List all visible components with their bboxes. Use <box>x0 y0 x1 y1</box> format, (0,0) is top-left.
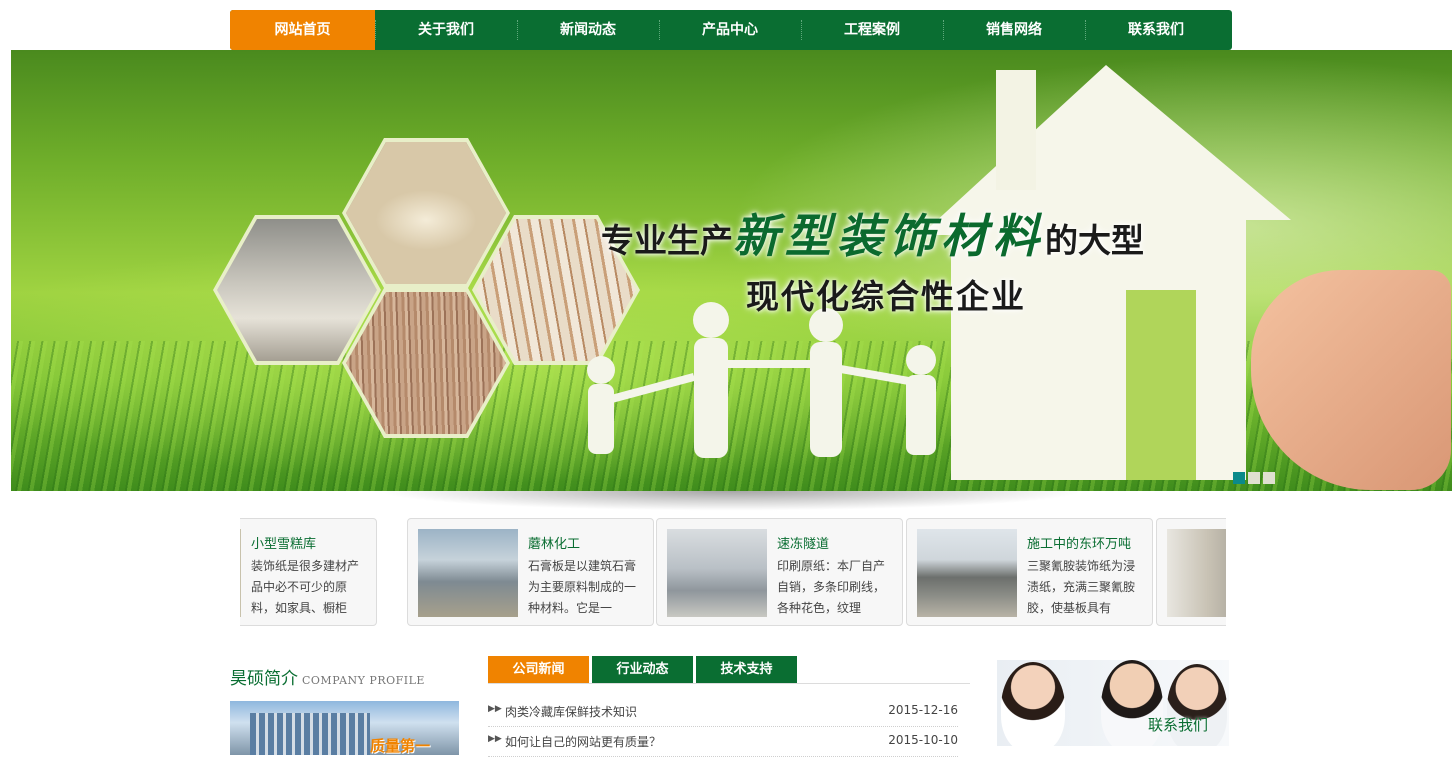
nav-item-sales[interactable]: 销售网络 <box>943 10 1085 50</box>
nav-item-cases[interactable]: 工程案例 <box>801 10 943 50</box>
slogan-suffix: 的大型 <box>1045 221 1144 260</box>
product-card[interactable]: 蘑林化工 石膏板是以建筑石膏为主要原料制成的一种材料。它是一 <box>407 518 654 626</box>
banner-slogan-line1: 专业生产新型装饰材料的大型 <box>601 200 1144 266</box>
quality-slogan: 质量第一 <box>370 737 431 755</box>
slider-dot-2[interactable] <box>1248 472 1260 484</box>
product-thumbnail <box>667 529 767 617</box>
nav-item-news[interactable]: 新闻动态 <box>517 10 659 50</box>
product-title: 蘑林化工 <box>528 537 581 552</box>
slogan-prefix: 专业生产 <box>601 221 733 260</box>
nav-item-contact[interactable]: 联系我们 <box>1085 10 1227 50</box>
tabs-divider <box>488 683 970 684</box>
about-section-title: 昊硕简介 COMPANY PROFILE <box>230 664 425 689</box>
news-title: 肉类冷藏库保鲜技术知识 <box>505 705 638 719</box>
tab-industry-news[interactable]: 行业动态 <box>592 656 693 683</box>
product-thumbnail <box>240 529 241 617</box>
company-image[interactable]: 质量第一 <box>230 701 459 755</box>
product-title: 施工中的东环万吨 <box>1027 537 1132 552</box>
product-carousel: 小型雪糕库 装饰纸是很多建材产品中必不可少的原料，如家具、橱柜 蘑林化工 石膏板… <box>240 518 1226 626</box>
contact-banner[interactable]: 联系我们 <box>997 660 1229 746</box>
nav-item-products[interactable]: 产品中心 <box>659 10 801 50</box>
product-description: 石膏板是以建筑石膏为主要原料制成的一种材料。它是一 <box>528 559 637 615</box>
product-description: 装饰纸是很多建材产品中必不可少的原料，如家具、橱柜 <box>251 559 360 615</box>
news-date: 2015-10-10 <box>888 733 958 747</box>
nav-item-home[interactable]: 网站首页 <box>230 10 375 50</box>
news-item[interactable]: ▶▶ 如何让自己的网站更有质量？ 2015-10-10 <box>488 727 958 757</box>
slider-dots <box>1233 472 1275 484</box>
product-card[interactable]: 施工中的东环万吨 三聚氰胺装饰纸为浸渍纸，充满三聚氰胺胶，使基板具有 <box>906 518 1153 626</box>
tab-tech-support[interactable]: 技术支持 <box>696 656 797 683</box>
tab-company-news[interactable]: 公司新闻 <box>488 656 589 683</box>
about-title: 昊硕简介 <box>230 669 298 689</box>
paper-family-illustration <box>587 302 936 458</box>
double-arrow-icon: ▶▶ <box>488 734 502 744</box>
news-tabs: 公司新闻 行业动态 技术支持 <box>488 656 797 683</box>
news-list: ▶▶ 肉类冷藏库保鲜技术知识 2015-12-16 ▶▶ 如何让自己的网站更有质… <box>488 697 958 757</box>
product-description: 印刷原纸：本厂自产自销，多条印刷线，各种花色，纹理 <box>777 559 886 615</box>
product-card[interactable]: 小型雪糕库 装饰纸是很多建材产品中必不可少的原料，如家具、橱柜 <box>240 518 377 626</box>
product-card[interactable]: 速冻隧道 印刷原纸：本厂自产自销，多条印刷线，各种花色，纹理 <box>656 518 903 626</box>
slogan-highlight: 新型装饰材料 <box>733 209 1045 263</box>
banner-shadow <box>230 491 1232 519</box>
product-thumbnail <box>1167 529 1226 617</box>
building-graphic <box>250 713 370 755</box>
product-card[interactable] <box>1156 518 1226 626</box>
hero-banner[interactable]: 专业生产新型装饰材料的大型 现代化综合性企业 <box>11 50 1452 491</box>
banner-slogan-line2: 现代化综合性企业 <box>746 277 1026 316</box>
product-description: 三聚氰胺装饰纸为浸渍纸，充满三聚氰胺胶，使基板具有 <box>1027 559 1136 615</box>
product-thumbnail <box>418 529 518 617</box>
slider-dot-1[interactable] <box>1233 472 1245 484</box>
support-agent-avatar <box>1001 662 1065 746</box>
product-title: 小型雪糕库 <box>251 537 317 552</box>
news-item[interactable]: ▶▶ 肉类冷藏库保鲜技术知识 2015-12-16 <box>488 697 958 727</box>
contact-label: 联系我们 <box>1148 716 1209 734</box>
slider-dot-3[interactable] <box>1263 472 1275 484</box>
news-date: 2015-12-16 <box>888 703 958 717</box>
news-title: 如何让自己的网站更有质量？ <box>505 735 662 749</box>
main-nav: 网站首页 关于我们 新闻动态 产品中心 工程案例 销售网络 联系我们 <box>230 10 1232 50</box>
nav-item-about[interactable]: 关于我们 <box>375 10 517 50</box>
about-title-en: COMPANY PROFILE <box>302 674 425 687</box>
product-thumbnail <box>917 529 1017 617</box>
double-arrow-icon: ▶▶ <box>488 704 502 714</box>
product-title: 速冻隧道 <box>777 537 830 552</box>
